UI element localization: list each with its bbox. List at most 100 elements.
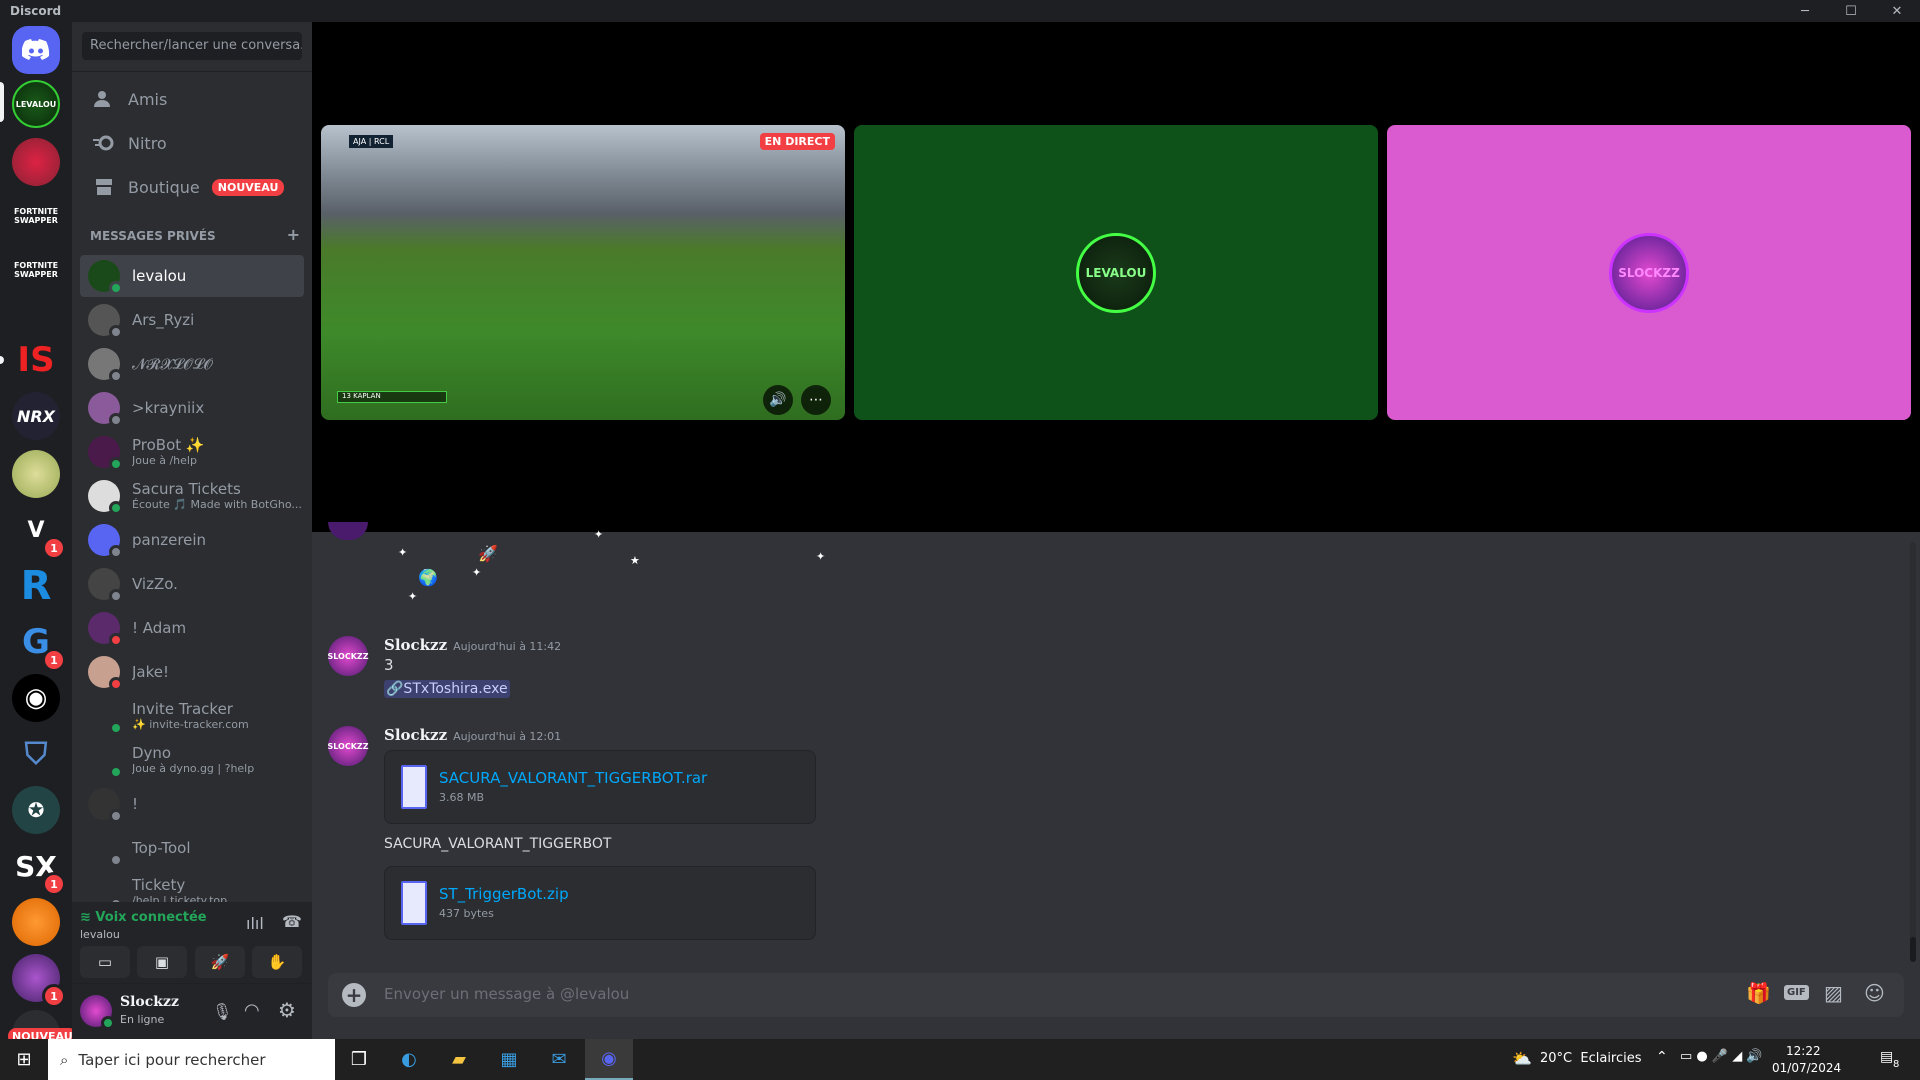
message-input[interactable]: Envoyer un message à @levalou <box>384 985 629 1003</box>
store-icon[interactable]: ▦ <box>485 1039 533 1080</box>
maximize-button[interactable]: ☐ <box>1828 0 1874 22</box>
headphones-icon[interactable]: ◠ <box>244 1000 260 1021</box>
server-icon-orange[interactable] <box>12 898 60 946</box>
avatar <box>88 260 123 295</box>
add-dm-button[interactable]: + <box>287 227 300 243</box>
gif-button[interactable]: GIF <box>1784 985 1809 1000</box>
sparkle-icon: ✦ <box>594 528 604 541</box>
sticker-icon[interactable]: ▨ <box>1824 981 1843 1005</box>
nav-friends-label: Amis <box>128 89 168 109</box>
message-author[interactable]: Slockzz Aujourd'hui à 12:01 <box>384 726 561 744</box>
dm-item[interactable]: Sacura Tickets Écoute 🎵 Made with BotGho.… <box>80 475 304 517</box>
avatar <box>88 612 123 647</box>
weather-text[interactable]: 20°C Eclaircies <box>1540 1051 1642 1066</box>
activity-button[interactable]: 🚀 <box>195 946 245 978</box>
clock-time[interactable]: 12:22 <box>1786 1044 1821 1058</box>
volume-icon[interactable]: 🔊 <box>763 385 793 415</box>
dm-name: 𝓝𝓡𝓧𝓛𝓞𝓛𝓞 <box>132 355 214 373</box>
dm-item[interactable]: VizZo. <box>80 563 304 605</box>
server-icon-pink[interactable] <box>12 138 60 186</box>
scoreboard: AJA | RCL <box>349 135 394 148</box>
user-avatar[interactable] <box>80 995 115 1030</box>
more-options-icon[interactable]: ⋯ <box>801 385 831 415</box>
dm-item[interactable]: ! <box>80 783 304 825</box>
status-dot <box>109 369 123 383</box>
settings-gear-icon[interactable]: ⚙ <box>278 998 296 1022</box>
dm-item[interactable]: ProBot ✨ Joue à /help <box>80 431 304 473</box>
file-explorer-icon[interactable]: ▰ <box>435 1039 483 1080</box>
gift-icon[interactable]: 🎁 <box>1746 981 1771 1005</box>
scrollbar-thumb[interactable] <box>1910 937 1916 962</box>
task-view-icon[interactable]: ❒ <box>335 1039 383 1080</box>
server-icon-fortnite-1[interactable]: FORTNITE SWAPPER <box>12 192 60 240</box>
dm-item[interactable]: levalou <box>80 255 304 297</box>
sparkle-icon: ✦ <box>472 566 482 579</box>
server-icon-is[interactable]: IS <box>12 336 60 384</box>
user-tile-levalou[interactable]: LEVALOU <box>854 125 1378 420</box>
taskbar-search[interactable]: ⌕ Taper ici pour rechercher <box>48 1039 335 1080</box>
close-button[interactable]: ✕ <box>1874 0 1920 22</box>
tray-icons[interactable]: ▭ ● 🎤 ◢ 🔊 <box>1680 1049 1763 1064</box>
dm-item[interactable]: ! Adam <box>80 607 304 649</box>
file-attachment: SACURA_VALORANT_TIGGERBOT.rar 3.68 MB <box>384 750 816 824</box>
dm-item[interactable]: >krayniix <box>80 387 304 429</box>
dm-item[interactable]: Ars_Ryzi <box>80 299 304 341</box>
dm-item[interactable]: 𝓝𝓡𝓧𝓛𝓞𝓛𝓞 <box>80 343 304 385</box>
file-link[interactable]: SACURA_VALORANT_TIGGERBOT.rar <box>439 769 707 787</box>
server-icon-shield[interactable]: ⛉ <box>12 730 60 778</box>
server-icon-r[interactable]: R <box>12 562 60 610</box>
stream-tile[interactable]: AJA | RCL EN DIRECT 13 KAPLAN 🔊 ⋯ <box>321 125 845 420</box>
soundboard-button[interactable]: ✋ <box>252 946 302 978</box>
search-input[interactable]: Rechercher/lancer une conversa... <box>82 32 302 60</box>
file-link[interactable]: ST_TriggerBot.zip <box>439 885 569 903</box>
disconnect-icon[interactable]: ☎ <box>282 912 302 931</box>
scrollbar[interactable] <box>1910 542 1916 962</box>
add-attachment-icon[interactable]: + <box>342 983 366 1007</box>
nav-friends[interactable]: Amis <box>80 78 304 120</box>
screen-share-button[interactable]: ▣ <box>137 946 187 978</box>
edge-icon[interactable]: ◐ <box>385 1039 433 1080</box>
camera-off-button[interactable]: ▭ <box>80 946 130 978</box>
discord-taskbar-icon[interactable]: ◉ <box>585 1039 633 1080</box>
channel-mention[interactable]: 🔗STxToshira.exe <box>384 680 510 698</box>
dm-name: Ars_Ryzi <box>132 311 195 329</box>
dm-item[interactable]: Jake! <box>80 651 304 693</box>
server-icon-fortnite-2[interactable]: FORTNITE SWAPPER <box>12 246 60 294</box>
dm-item[interactable]: Invite Tracker ✨ invite-tracker.com <box>80 695 304 737</box>
dm-name: Tickety <box>132 877 186 894</box>
tray-chevron-icon[interactable]: ⌃ <box>1656 1049 1668 1065</box>
emoji-icon[interactable]: ☺ <box>1864 981 1885 1005</box>
mic-icon[interactable]: 🎙 <box>212 1002 232 1021</box>
avatar <box>88 700 123 735</box>
server-icon-nrx[interactable]: NRX <box>12 392 60 440</box>
unread-pill <box>0 356 4 364</box>
noise-suppression-icon[interactable]: ılıl <box>246 914 264 933</box>
nav-shop[interactable]: Boutique NOUVEAU <box>80 166 304 208</box>
signal-icon: ≋ <box>80 910 96 925</box>
dm-name: Dyno <box>132 745 172 762</box>
message-author[interactable]: Slockzz Aujourd'hui à 11:42 <box>384 636 561 654</box>
user-tile-slockzz[interactable]: SLOCKZZ <box>1387 125 1911 420</box>
notification-icon[interactable]: ▤ <box>1880 1049 1893 1065</box>
server-icon-globe[interactable]: ◉ <box>12 674 60 722</box>
home-button[interactable] <box>12 26 60 74</box>
dm-item[interactable]: Top-Tool <box>80 827 304 869</box>
mail-icon[interactable]: ✉ <box>535 1039 583 1080</box>
message-avatar[interactable]: SLOCKZZ <box>327 726 369 766</box>
voice-channel[interactable]: levalou <box>80 928 120 941</box>
dm-item[interactable]: Dyno Joue à dyno.gg | ?help <box>80 739 304 781</box>
unread-badge: 1 <box>42 536 66 560</box>
file-archive-icon <box>401 765 427 809</box>
status-dot <box>109 677 123 691</box>
clock-date[interactable]: 01/07/2024 <box>1772 1061 1841 1075</box>
dm-name: panzerein <box>132 531 207 549</box>
dm-item[interactable]: panzerein <box>80 519 304 561</box>
server-icon-yellow[interactable] <box>12 450 60 498</box>
message-timestamp: Aujourd'hui à 11:42 <box>453 640 562 653</box>
dm-avatar-levalou[interactable]: LEVALOU <box>12 80 60 128</box>
minimize-button[interactable]: ─ <box>1782 0 1828 22</box>
message-avatar[interactable]: SLOCKZZ <box>327 636 369 676</box>
server-icon-badge[interactable]: ✪ <box>12 786 60 834</box>
nav-nitro[interactable]: Nitro <box>80 122 304 164</box>
windows-start-icon[interactable]: ⊞ <box>0 1039 48 1080</box>
